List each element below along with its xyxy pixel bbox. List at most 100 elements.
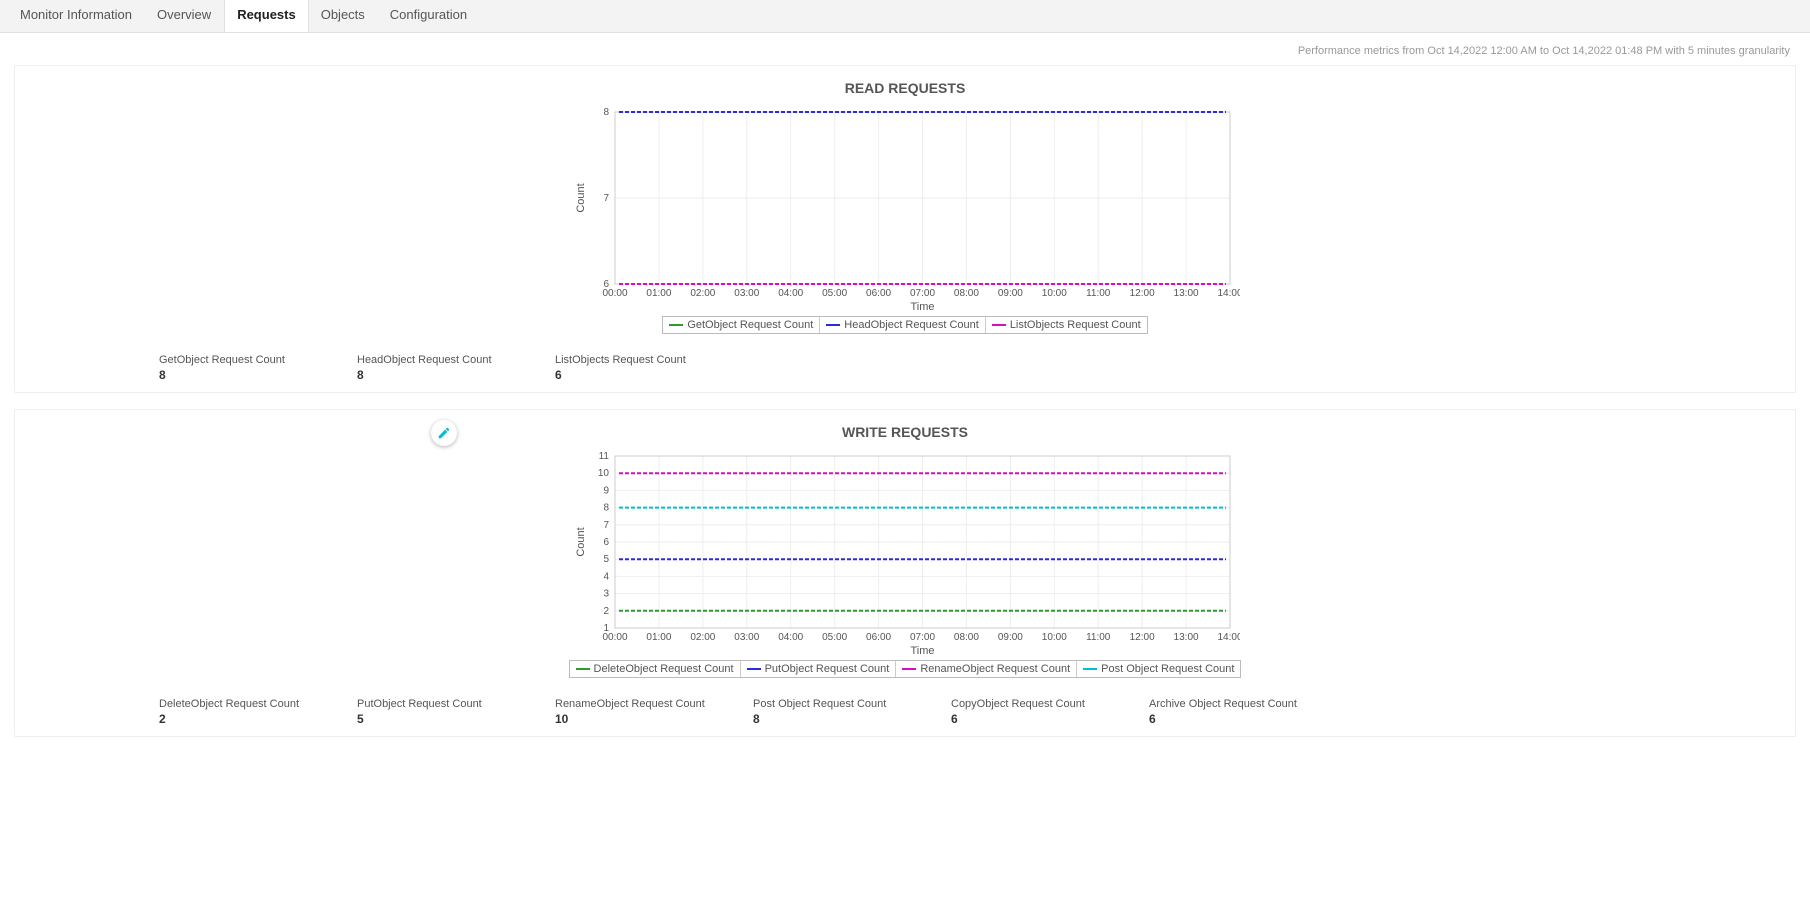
svg-text:00:00: 00:00 [602,288,627,299]
stat-value: 5 [357,712,507,726]
svg-text:7: 7 [603,193,609,204]
legend-item[interactable]: Post Object Request Count [1076,661,1240,677]
svg-text:14:00: 14:00 [1217,288,1240,299]
tab-requests[interactable]: Requests [224,0,309,32]
stat-label: Post Object Request Count [753,698,903,710]
svg-text:14:00: 14:00 [1217,632,1240,643]
stat-label: CopyObject Request Count [951,698,1101,710]
legend-label: HeadObject Request Count [844,319,979,331]
legend-item[interactable]: ListObjects Request Count [985,317,1147,333]
legend-label: ListObjects Request Count [1010,319,1141,331]
svg-text:8: 8 [603,503,609,514]
chart-panel: READ REQUESTS67800:0001:0002:0003:0004:0… [14,65,1796,393]
legend-swatch [576,668,590,670]
svg-text:02:00: 02:00 [690,288,715,299]
svg-text:03:00: 03:00 [734,632,759,643]
svg-text:12:00: 12:00 [1130,288,1155,299]
tab-configuration[interactable]: Configuration [378,0,480,32]
legend-label: Post Object Request Count [1101,663,1234,675]
svg-text:09:00: 09:00 [998,288,1023,299]
chart-legend: GetObject Request Count HeadObject Reques… [662,316,1147,334]
svg-text:04:00: 04:00 [778,288,803,299]
legend-item[interactable]: GetObject Request Count [663,317,819,333]
svg-text:Time: Time [910,301,934,312]
stat-value: 8 [753,712,903,726]
chart-plot: 123456789101100:0001:0002:0003:0004:0005… [570,446,1240,656]
legend-swatch [1083,668,1097,670]
legend-label: GetObject Request Count [687,319,813,331]
stat-value: 6 [951,712,1101,726]
svg-text:9: 9 [603,485,609,496]
svg-text:08:00: 08:00 [954,288,979,299]
legend-swatch [747,668,761,670]
stat-item: CopyObject Request Count 6 [951,698,1101,726]
stat-value: 6 [555,368,705,382]
tab-objects[interactable]: Objects [309,0,378,32]
legend-item[interactable]: HeadObject Request Count [819,317,985,333]
stat-value: 8 [357,368,507,382]
svg-text:6: 6 [603,537,609,548]
stat-label: RenameObject Request Count [555,698,705,710]
edit-icon[interactable] [431,420,457,446]
svg-text:5: 5 [603,554,609,565]
svg-text:11: 11 [599,451,610,462]
svg-text:04:00: 04:00 [778,632,803,643]
stat-item: RenameObject Request Count 10 [555,698,705,726]
svg-text:Count: Count [575,183,587,212]
tab-overview[interactable]: Overview [145,0,224,32]
stat-label: ListObjects Request Count [555,354,705,366]
stat-item: GetObject Request Count 8 [159,354,309,382]
stat-value: 8 [159,368,309,382]
svg-text:13:00: 13:00 [1174,288,1199,299]
tabs-bar: Monitor InformationOverviewRequestsObjec… [0,0,1810,33]
svg-text:07:00: 07:00 [910,288,935,299]
svg-text:13:00: 13:00 [1174,632,1199,643]
stat-item: Post Object Request Count 8 [753,698,903,726]
svg-text:03:00: 03:00 [734,288,759,299]
svg-text:05:00: 05:00 [822,288,847,299]
stat-label: GetObject Request Count [159,354,309,366]
stat-value: 6 [1149,712,1299,726]
stat-label: HeadObject Request Count [357,354,507,366]
stat-label: Archive Object Request Count [1149,698,1299,710]
stat-item: DeleteObject Request Count 2 [159,698,309,726]
svg-text:07:00: 07:00 [910,632,935,643]
svg-text:08:00: 08:00 [954,632,979,643]
stat-item: Archive Object Request Count 6 [1149,698,1299,726]
stat-label: PutObject Request Count [357,698,507,710]
svg-text:09:00: 09:00 [998,632,1023,643]
svg-text:2: 2 [603,606,609,617]
svg-text:3: 3 [603,589,609,600]
stat-label: DeleteObject Request Count [159,698,309,710]
stat-value: 10 [555,712,705,726]
tab-monitor-information[interactable]: Monitor Information [8,0,145,32]
svg-text:12:00: 12:00 [1130,632,1155,643]
svg-text:06:00: 06:00 [866,288,891,299]
svg-text:10: 10 [598,468,610,479]
legend-item[interactable]: RenameObject Request Count [895,661,1076,677]
legend-swatch [826,324,840,326]
svg-text:00:00: 00:00 [602,632,627,643]
legend-label: PutObject Request Count [765,663,890,675]
svg-text:8: 8 [603,107,609,118]
chart-legend: DeleteObject Request Count PutObject Requ… [569,660,1242,678]
legend-swatch [902,668,916,670]
svg-text:7: 7 [603,520,609,531]
legend-swatch [992,324,1006,326]
svg-text:11:00: 11:00 [1086,288,1111,299]
legend-swatch [669,324,683,326]
legend-label: DeleteObject Request Count [594,663,734,675]
legend-item[interactable]: DeleteObject Request Count [570,661,740,677]
chart-plot: 67800:0001:0002:0003:0004:0005:0006:0007… [570,102,1240,312]
svg-text:10:00: 10:00 [1042,632,1067,643]
chart-title: READ REQUESTS [29,80,1781,96]
svg-text:05:00: 05:00 [822,632,847,643]
legend-label: RenameObject Request Count [920,663,1070,675]
svg-text:10:00: 10:00 [1042,288,1067,299]
stat-item: HeadObject Request Count 8 [357,354,507,382]
stats-row: GetObject Request Count8HeadObject Reque… [159,354,1781,382]
svg-text:06:00: 06:00 [866,632,891,643]
legend-item[interactable]: PutObject Request Count [740,661,896,677]
svg-text:Time: Time [910,645,934,656]
stat-value: 2 [159,712,309,726]
